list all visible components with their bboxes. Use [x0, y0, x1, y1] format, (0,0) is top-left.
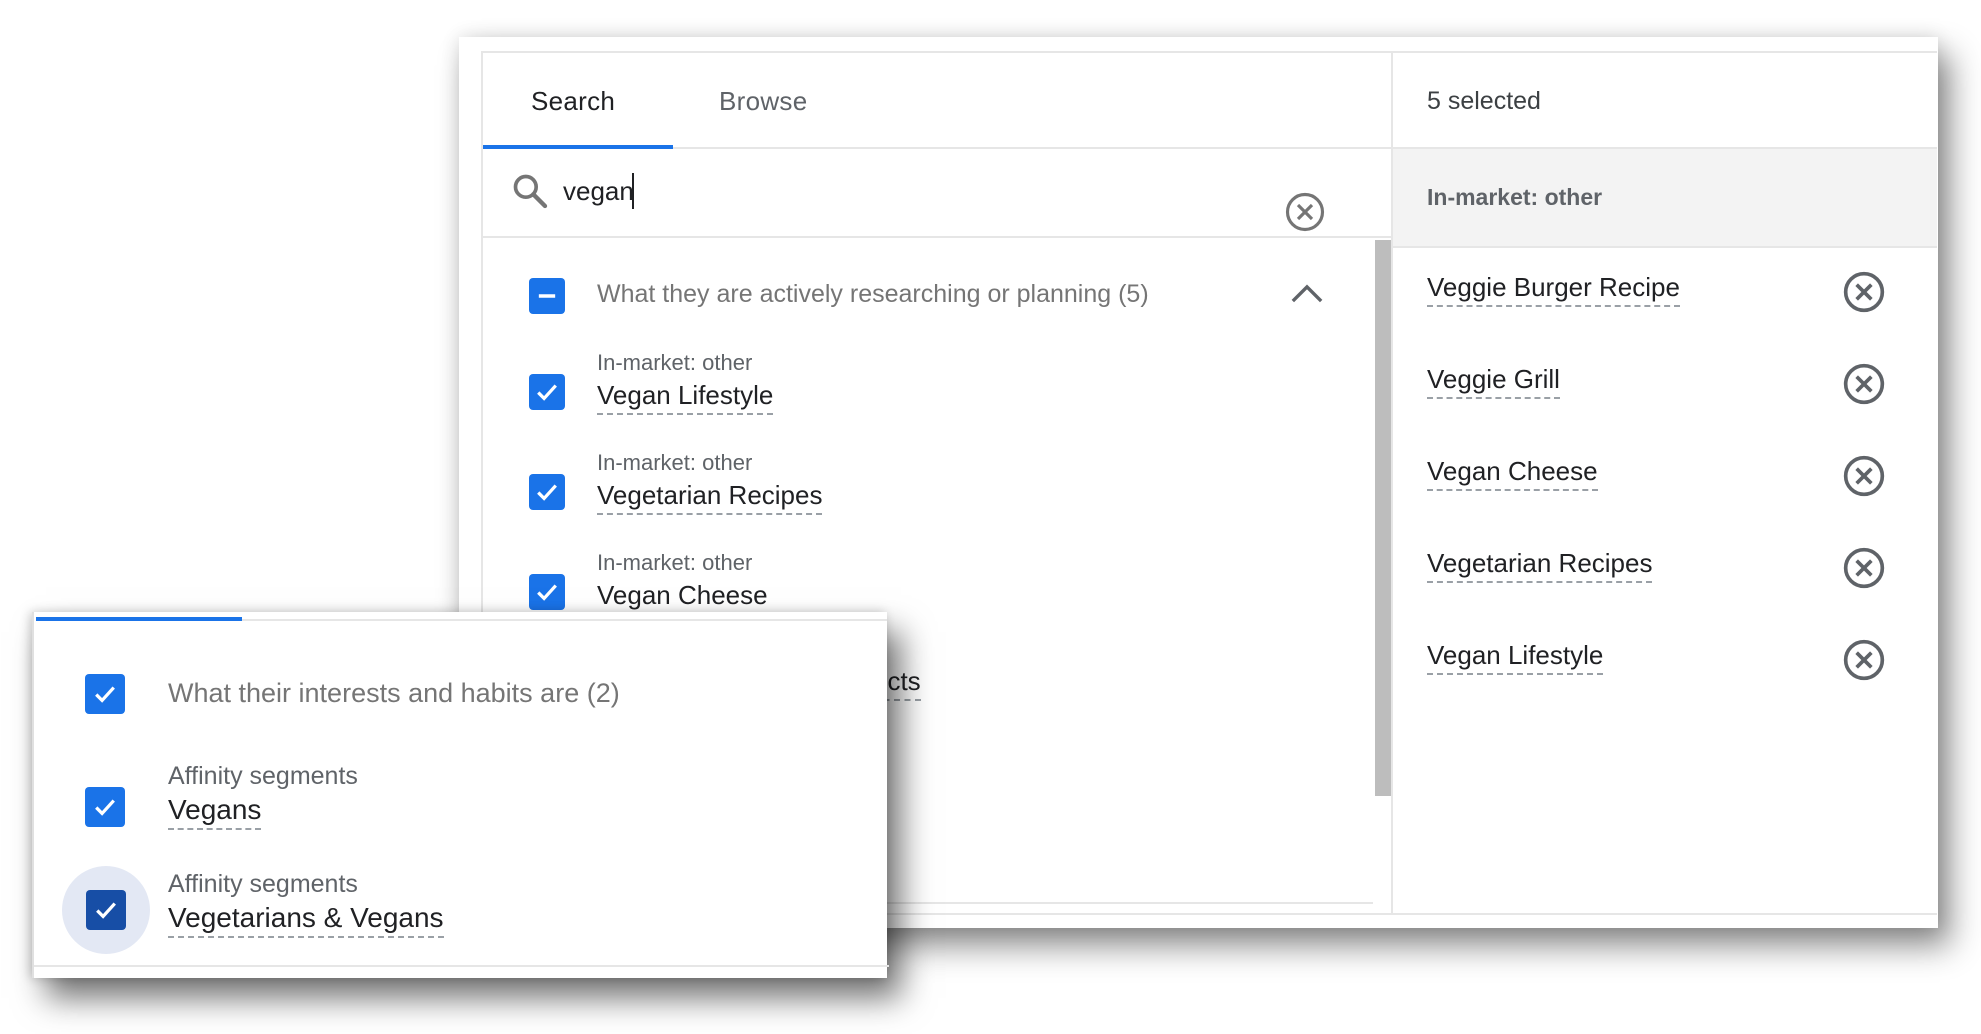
checkmark-icon — [95, 799, 115, 816]
remove-circle-icon[interactable] — [1842, 546, 1886, 590]
item-checkbox[interactable] — [85, 787, 125, 827]
remove-circle-icon[interactable] — [1842, 638, 1886, 682]
zoomed-callout-card: What their interests and habits are (2) … — [32, 612, 889, 978]
remove-circle-icon[interactable] — [1842, 270, 1886, 314]
tab-browse[interactable]: Browse — [719, 53, 808, 149]
selected-panel: 5 selected In-market: other Veggie Burge… — [1393, 53, 1937, 913]
selected-item-name[interactable]: Vegetarian Recipes — [1427, 548, 1653, 583]
search-bar — [483, 149, 1391, 238]
group-label: What their interests and habits are (2) — [168, 678, 620, 708]
item-name[interactable]: Vegetarians & Vegans — [168, 902, 444, 938]
item-category: Affinity segments — [168, 870, 358, 898]
search-input[interactable] — [563, 169, 1163, 213]
group-header[interactable]: What their interests and habits are (2) — [34, 662, 884, 722]
checkmark-icon — [537, 484, 557, 501]
selected-item: Vegan Cheese — [1393, 432, 1937, 524]
group-label: What they are actively researching or pl… — [597, 280, 1149, 308]
item-checkbox[interactable] — [529, 374, 565, 410]
text-cursor — [632, 173, 634, 209]
item-name[interactable]: Vegetarian Recipes — [597, 480, 823, 515]
chevron-up-icon[interactable] — [1290, 283, 1324, 305]
selected-count: 5 selected — [1427, 87, 1541, 115]
selected-category-header: In-market: other — [1393, 149, 1937, 248]
selected-item-name[interactable]: Vegan Cheese — [1427, 456, 1598, 491]
group-checkbox[interactable] — [85, 674, 125, 714]
checkmark-icon — [537, 384, 557, 401]
result-item-focused[interactable]: Affinity segments Vegetarians & Vegans — [34, 866, 884, 962]
selected-item-name[interactable]: Veggie Burger Recipe — [1427, 272, 1680, 307]
clear-search-icon[interactable] — [1284, 191, 1326, 233]
checkmark-icon — [537, 584, 557, 601]
item-checkbox[interactable] — [529, 474, 565, 510]
minus-icon — [538, 294, 556, 298]
selected-category-label: In-market: other — [1427, 184, 1603, 210]
item-category: Affinity segments — [168, 762, 358, 790]
active-tab-indicator — [36, 617, 242, 621]
selected-item: Veggie Burger Recipe — [1393, 248, 1937, 340]
search-icon — [513, 174, 548, 209]
tab-search[interactable]: Search — [531, 53, 615, 149]
group-checkbox-indeterminate[interactable] — [529, 278, 565, 314]
remove-circle-icon[interactable] — [1842, 454, 1886, 498]
item-category: In-market: other — [597, 450, 753, 475]
result-item[interactable]: In-market: other Vegan Lifestyle — [483, 350, 1363, 445]
selected-item-name[interactable]: Vegan Lifestyle — [1427, 640, 1604, 675]
item-name[interactable]: Vegan Lifestyle — [597, 380, 774, 415]
item-checkbox[interactable] — [529, 574, 565, 610]
item-name[interactable]: Vegans — [168, 794, 262, 830]
group-header[interactable]: What they are actively researching or pl… — [483, 238, 1363, 338]
scrollbar[interactable] — [1375, 240, 1391, 796]
divider — [34, 965, 889, 967]
result-item[interactable]: Affinity segments Vegans — [34, 762, 884, 852]
remove-circle-icon[interactable] — [1842, 362, 1886, 406]
item-name[interactable]: Vegan Cheese — [597, 580, 768, 615]
item-category: In-market: other — [597, 350, 753, 375]
selected-item: Veggie Grill — [1393, 340, 1937, 432]
item-checkbox[interactable] — [86, 890, 126, 930]
selected-header: 5 selected — [1393, 53, 1937, 149]
selected-item: Vegan Lifestyle — [1393, 616, 1937, 708]
tab-bar: Search Browse — [483, 53, 1391, 149]
selected-item-name[interactable]: Veggie Grill — [1427, 364, 1560, 399]
selected-item: Vegetarian Recipes — [1393, 524, 1937, 616]
checkmark-icon — [96, 902, 116, 919]
divider — [242, 619, 887, 621]
result-item[interactable]: In-market: other Vegetarian Recipes — [483, 450, 1363, 545]
checkmark-icon — [95, 686, 115, 703]
item-category: In-market: other — [597, 550, 753, 575]
